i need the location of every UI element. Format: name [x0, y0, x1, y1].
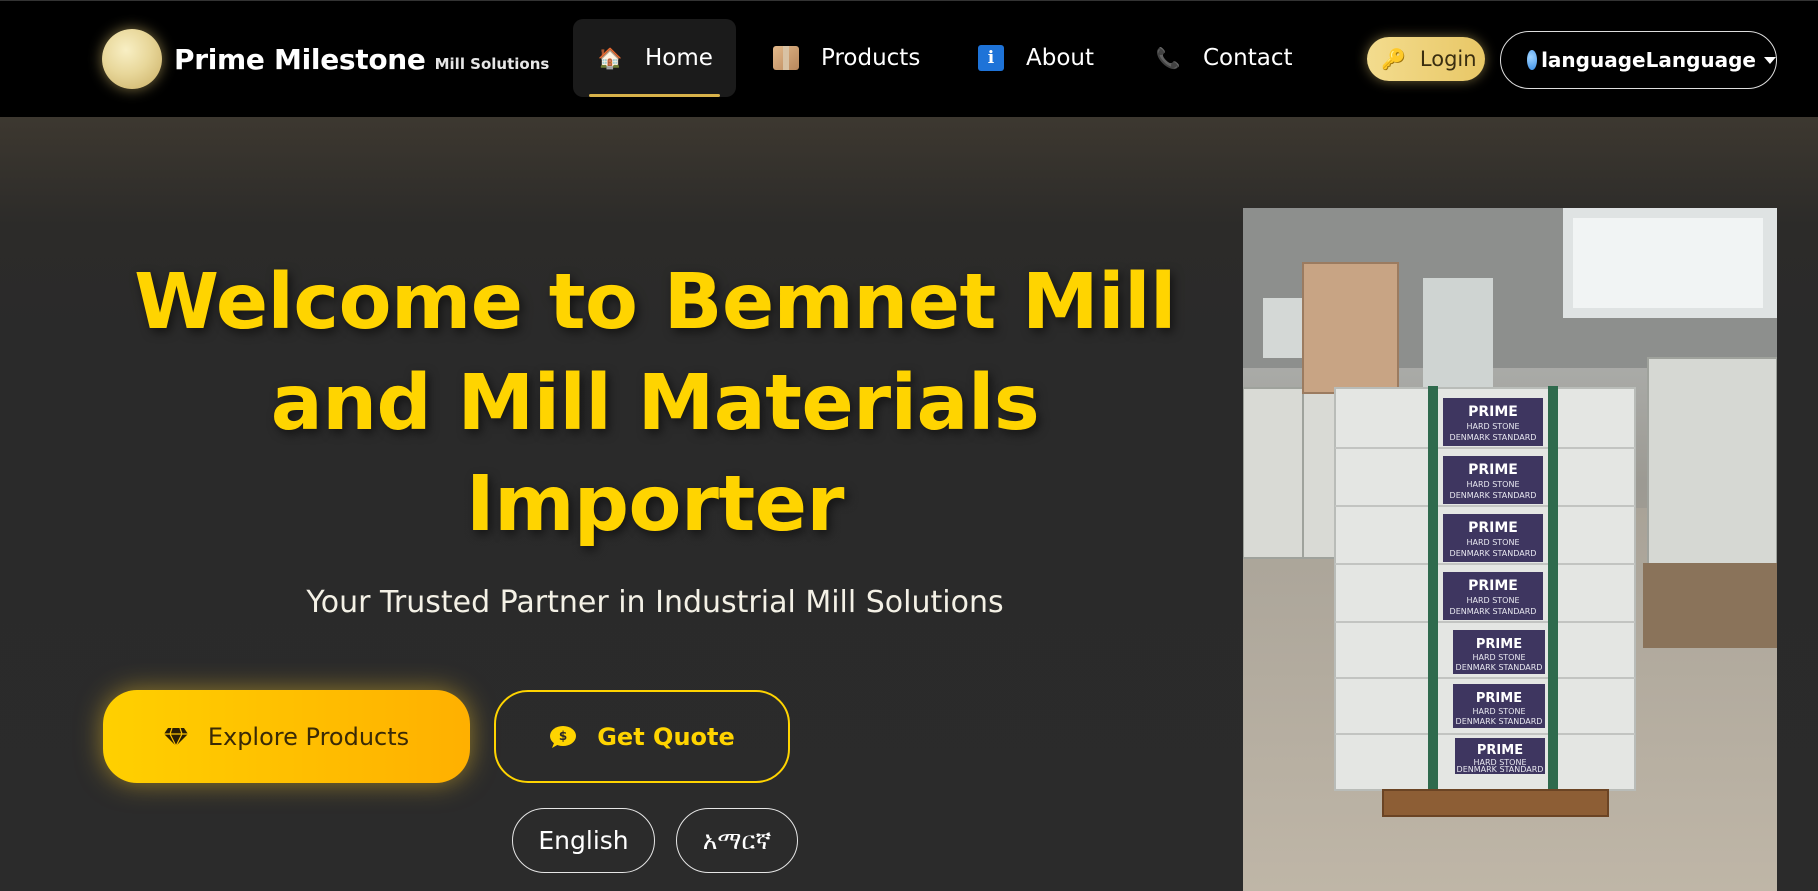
- brand-logo: [102, 29, 162, 89]
- box-line3: DENMARK STANDARD: [1450, 433, 1537, 442]
- login-label: Login: [1419, 47, 1477, 71]
- gem-icon: [163, 727, 188, 747]
- box-line2: HARD STONE: [1466, 480, 1519, 489]
- nav-home[interactable]: 🏠 Home: [573, 19, 736, 97]
- lang-amharic-label: አማርኛ: [702, 825, 772, 855]
- brand-subtitle: Mill Solutions: [434, 54, 550, 73]
- brand-name: Prime Milestone: [174, 42, 426, 76]
- get-quote-button[interactable]: $ Get Quote: [494, 690, 790, 783]
- box-label: PRIME: [1468, 404, 1518, 420]
- box-line2: HARD STONE: [1472, 707, 1525, 716]
- explore-products-button[interactable]: Explore Products: [103, 690, 470, 783]
- hero-title: Welcome to Bemnet Mill and Mill Material…: [134, 258, 1176, 549]
- get-quote-label: Get Quote: [597, 722, 735, 751]
- lang-english-label: English: [538, 826, 629, 855]
- box-line2: HARD STONE: [1472, 653, 1525, 662]
- box-line3: DENMARK STANDARD: [1450, 607, 1537, 616]
- box-line3: DENMARK STANDARD: [1450, 491, 1537, 500]
- box-label: PRIME: [1476, 691, 1522, 706]
- brand[interactable]: Prime Milestone Mill Solutions: [102, 29, 549, 89]
- hero-subtitle: Your Trusted Partner in Industrial Mill …: [306, 585, 1004, 620]
- box-line2: HARD STONE: [1466, 422, 1519, 431]
- box-line3: DENMARK STANDARD: [1450, 549, 1537, 558]
- warehouse-illustration: PRIME PRIME PRIME PRIME PRIME PRIME PRIM…: [1243, 208, 1777, 891]
- svg-text:$: $: [559, 729, 567, 743]
- box-line2: HARD STONE: [1466, 596, 1519, 605]
- nav-products-label: Products: [821, 45, 921, 71]
- box-label: PRIME: [1468, 462, 1518, 478]
- box-line3: DENMARK STANDARD: [1457, 765, 1544, 774]
- box-label: PRIME: [1468, 520, 1518, 536]
- house-icon: 🏠: [597, 46, 623, 70]
- chat-dollar-icon: $: [549, 725, 577, 749]
- box-label: PRIME: [1468, 578, 1518, 594]
- active-underline: [589, 94, 720, 97]
- nav-products[interactable]: Products: [773, 19, 920, 97]
- nav-about-label: About: [1026, 45, 1095, 71]
- chevron-down-icon: [1764, 56, 1776, 64]
- info-icon: i: [978, 45, 1004, 71]
- box-label: PRIME: [1477, 743, 1523, 758]
- box-label: PRIME: [1476, 637, 1522, 652]
- nav-contact[interactable]: 📞 Contact: [1155, 19, 1293, 97]
- navbar: Prime Milestone Mill Solutions 🏠 Home Pr…: [0, 0, 1818, 117]
- package-icon: [773, 45, 799, 71]
- key-icon: 🔑: [1381, 47, 1406, 71]
- language-label: languageLanguage: [1541, 48, 1756, 72]
- lang-amharic-button[interactable]: አማርኛ: [676, 808, 798, 873]
- box-line3: DENMARK STANDARD: [1456, 663, 1543, 672]
- phone-icon: 📞: [1155, 46, 1181, 70]
- box-line2: HARD STONE: [1466, 538, 1519, 547]
- explore-products-label: Explore Products: [207, 722, 410, 751]
- lang-english-button[interactable]: English: [512, 808, 655, 873]
- box-line3: DENMARK STANDARD: [1456, 717, 1543, 726]
- language-dropdown[interactable]: languageLanguage: [1500, 31, 1777, 89]
- login-button[interactable]: 🔑 Login: [1367, 37, 1485, 81]
- nav-home-label: Home: [645, 45, 713, 71]
- nav-contact-label: Contact: [1203, 45, 1293, 71]
- product-photo: PRIME PRIME PRIME PRIME PRIME PRIME PRIM…: [1243, 208, 1777, 891]
- globe-icon: [1527, 50, 1538, 70]
- nav-about[interactable]: i About: [978, 19, 1094, 97]
